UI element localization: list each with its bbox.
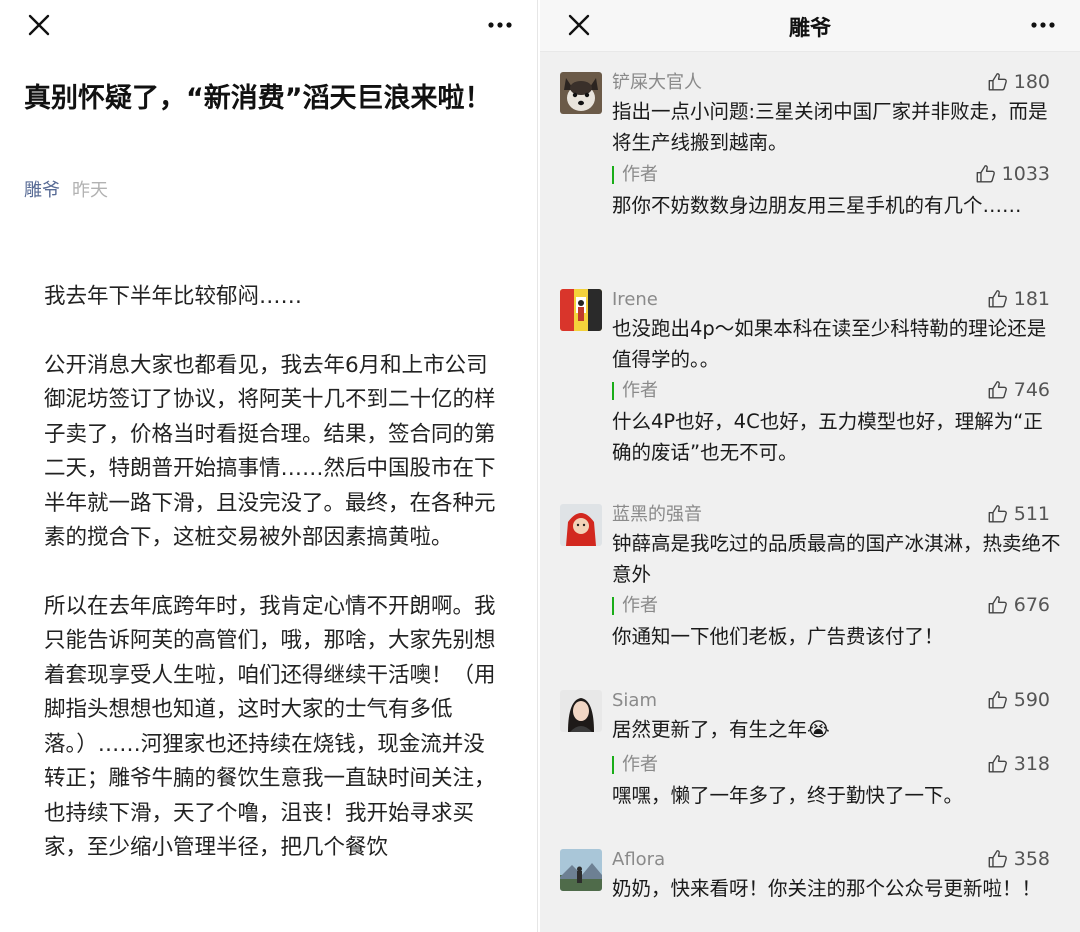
thumbs-up-icon <box>987 689 1009 711</box>
author-reply-text: 那你不妨数数身边朋友用三星手机的有几个…… <box>612 194 1022 217</box>
author-reply-text: 什么4P也好，4C也好，五力模型也好，理解为“正确的废话”也无不可。 <box>612 410 1043 464</box>
reply-like-button[interactable]: 1033 <box>975 163 1050 185</box>
comment-text: 居然更新了，有生之年😭 <box>612 718 830 741</box>
reply-like-button[interactable]: 746 <box>987 379 1050 401</box>
close-icon[interactable] <box>26 12 52 38</box>
commenter-name[interactable]: Siam <box>612 690 657 712</box>
thumbs-up-icon <box>975 163 997 185</box>
more-options-icon[interactable] <box>485 12 515 38</box>
woman-portrait-avatar[interactable] <box>560 690 602 732</box>
red-hood-child-avatar[interactable] <box>560 504 602 546</box>
article-panel: 真别怀疑了，“新消费”滔天巨浪来啦！ 雕爷 昨天 我去年下半年比较郁闷…… 公开消… <box>0 0 538 932</box>
article-paragraph: 我去年下半年比较郁闷…… <box>44 284 303 309</box>
like-count: 358 <box>1013 848 1050 870</box>
like-button[interactable]: 181 <box>987 288 1050 310</box>
comment-text: 也没跑出4p～如果本科在读至少科特勒的理论还是值得学的。。 <box>612 317 1047 371</box>
author-reply-tag: 作者 <box>612 756 658 774</box>
comments-page-title: 雕爷 <box>789 16 831 40</box>
husky-dog-avatar[interactable] <box>560 72 602 114</box>
article-author-link[interactable]: 雕爷 <box>24 180 60 201</box>
reply-like-button[interactable]: 676 <box>987 594 1050 616</box>
commenter-name[interactable]: 蓝黑的强音 <box>612 504 702 526</box>
author-reply-tag: 作者 <box>612 597 658 615</box>
like-button[interactable]: 180 <box>987 71 1050 93</box>
like-count: 181 <box>1013 288 1050 310</box>
like-count: 511 <box>1013 503 1050 525</box>
like-count: 318 <box>1013 753 1050 775</box>
thumbs-up-icon <box>987 288 1009 310</box>
commenter-name[interactable]: Irene <box>612 289 658 311</box>
like-count: 180 <box>1013 71 1050 93</box>
article-meta: 雕爷 昨天 <box>24 176 108 202</box>
more-options-icon[interactable] <box>1028 12 1058 38</box>
commenter-name[interactable]: 铲屎大官人 <box>612 72 702 94</box>
comments-top-bar: 雕爷 <box>540 0 1080 52</box>
thumbs-up-icon <box>987 753 1009 775</box>
thumbs-up-icon <box>987 71 1009 93</box>
author-reply-tag: 作者 <box>612 166 658 184</box>
like-count: 746 <box>1013 379 1050 401</box>
landscape-person-avatar[interactable] <box>560 849 602 891</box>
like-button[interactable]: 358 <box>987 848 1050 870</box>
thumbs-up-icon <box>987 379 1009 401</box>
author-reply-text: 你通知一下他们老板，广告费该付了！ <box>612 625 944 648</box>
thumbs-up-icon <box>987 503 1009 525</box>
like-button[interactable]: 511 <box>987 503 1050 525</box>
commenter-name[interactable]: Aflora <box>612 849 665 871</box>
article-paragraph: 公开消息大家也都看见，我去年6月和上市公司御泥坊签订了协议，将阿芙十几不到二十亿… <box>44 352 496 551</box>
like-button[interactable]: 590 <box>987 689 1050 711</box>
thumbs-up-icon <box>987 594 1009 616</box>
like-count: 590 <box>1013 689 1050 711</box>
like-count: 676 <box>1013 594 1050 616</box>
comment-text: 奶奶，快来看呀！你关注的那个公众号更新啦！！ <box>612 877 1042 900</box>
article-top-bar <box>0 0 537 52</box>
thumbs-up-icon <box>987 848 1009 870</box>
article-title: 真别怀疑了，“新消费”滔天巨浪来啦！ <box>24 83 492 114</box>
article-paragraph: 所以在去年底跨年时，我肯定心情不开朗啊。我只能告诉阿芙的高管们，哦，那啥，大家先… <box>44 593 496 861</box>
photo-collage-avatar[interactable] <box>560 289 602 331</box>
comment-text: 指出一点小问题:三星关闭中国厂家并非败走，而是将生产线搬到越南。 <box>612 100 1048 154</box>
article-body: 我去年下半年比较郁闷…… 公开消息大家也都看见，我去年6月和上市公司御泥坊签订了… <box>44 280 500 900</box>
author-reply-text: 嘿嘿，懒了一年多了，终于勤快了一下。 <box>612 784 964 807</box>
like-count: 1033 <box>1001 163 1050 185</box>
author-reply-tag: 作者 <box>612 382 658 400</box>
article-date: 昨天 <box>72 180 108 201</box>
comment-text: 钟薛高是我吃过的品质最高的国产冰淇淋，热卖绝不意外 <box>612 532 1061 586</box>
comments-panel: 雕爷 铲屎大官人 180 指出一点小问题:三星关闭中国厂家并非败走，而是将生产线… <box>540 0 1080 932</box>
reply-like-button[interactable]: 318 <box>987 753 1050 775</box>
